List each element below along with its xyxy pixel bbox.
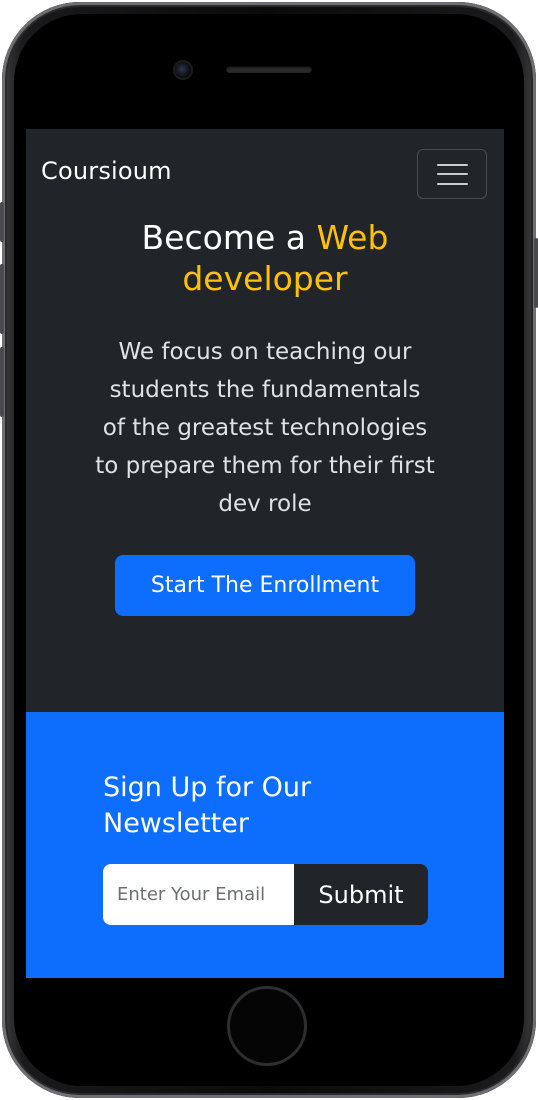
newsletter-form: Submit (103, 864, 428, 925)
hero-title-text: Become a (141, 218, 317, 257)
hero-title-accent: Web (316, 218, 389, 257)
hamburger-menu-icon[interactable] (417, 149, 487, 199)
hamburger-line (437, 173, 468, 175)
brand-logo[interactable]: Coursioum (41, 157, 172, 185)
hero-section: Become a Web developer We focus on teachi… (26, 217, 504, 616)
front-camera-icon (175, 62, 191, 78)
email-field[interactable] (103, 864, 295, 925)
hamburger-line (437, 183, 468, 185)
power-button (534, 238, 538, 308)
newsletter-title: Sign Up for Our Newsletter (103, 772, 312, 839)
phone-screen: Coursioum Become a Web developer We focus… (26, 129, 504, 978)
earpiece-speaker (226, 66, 312, 73)
hamburger-line (437, 164, 468, 166)
hero-description: We focus on teaching our students the fu… (95, 339, 435, 517)
volume-up-button (0, 264, 4, 334)
navbar: Coursioum (26, 129, 504, 217)
newsletter-section: Sign Up for Our Newsletter Submit (26, 712, 504, 978)
volume-down-button (0, 347, 4, 417)
start-enrollment-button[interactable]: Start The Enrollment (115, 555, 415, 616)
hero-title-accent-line2: developer (182, 259, 348, 298)
submit-button[interactable]: Submit (294, 864, 428, 925)
hero-title: Become a Web developer (55, 217, 475, 299)
mute-switch (0, 202, 4, 242)
home-button[interactable] (227, 986, 307, 1066)
